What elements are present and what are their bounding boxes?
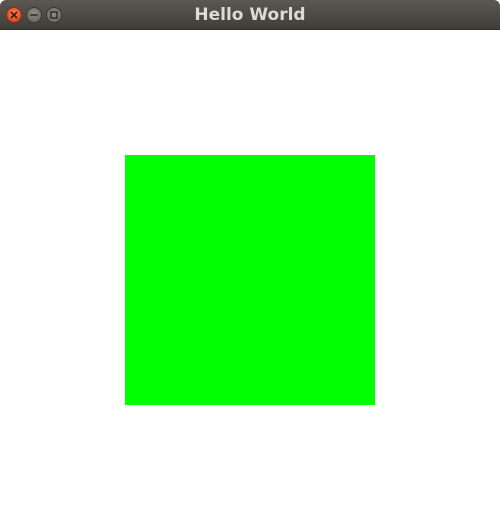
title-bar[interactable]: Hello World	[0, 0, 500, 30]
close-icon	[10, 11, 18, 19]
window-title: Hello World	[194, 5, 306, 25]
close-button[interactable]	[6, 7, 22, 23]
minimize-button[interactable]	[26, 7, 42, 23]
maximize-button[interactable]	[46, 7, 62, 23]
drawing-area	[0, 30, 500, 530]
maximize-icon	[50, 11, 58, 19]
minimize-icon	[30, 14, 38, 16]
app-window: Hello World	[0, 0, 500, 530]
green-square	[125, 155, 375, 405]
